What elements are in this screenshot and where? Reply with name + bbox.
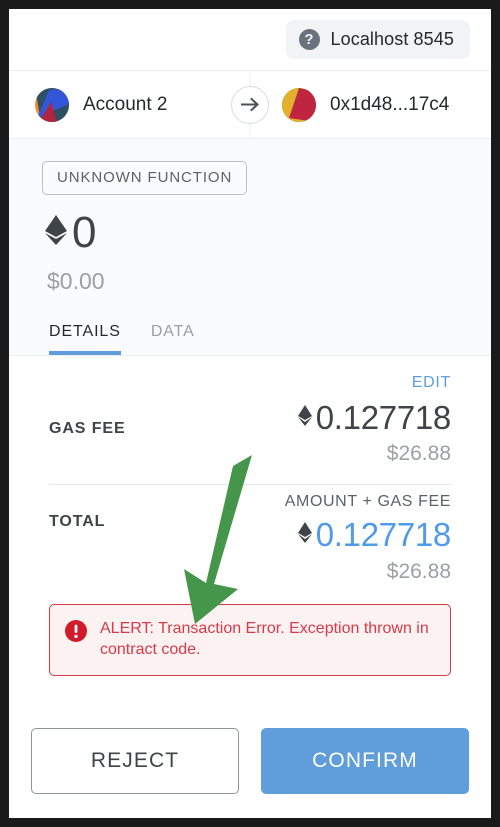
- network-badge[interactable]: ? Localhost 8545: [285, 20, 470, 59]
- gas-fee-eth-row: 0.127718: [296, 399, 452, 436]
- ethereum-diamond-icon: [43, 209, 69, 256]
- transaction-error-alert: ALERT: Transaction Error. Exception thro…: [49, 603, 451, 676]
- total-values: AMOUNT + GAS FEE 0.127718 $26.88: [284, 493, 452, 583]
- network-header: ? Localhost 8545: [9, 9, 491, 71]
- ethereum-diamond-icon: [296, 518, 314, 553]
- ethereum-diamond-icon: [296, 401, 314, 436]
- question-circle-icon: ?: [298, 29, 320, 50]
- total-eth-amount: 0.127718: [315, 516, 452, 554]
- recipient-account-name: 0x1d48...17c4: [330, 93, 450, 115]
- reject-button[interactable]: REJECT: [31, 728, 239, 794]
- account-transfer-row: Account 2 0x1d48...17c4: [9, 71, 491, 139]
- gas-fee-eth-amount: 0.127718: [315, 399, 452, 436]
- transfer-direction-badge: [231, 85, 269, 124]
- details-panel: EDIT GAS FEE 0.127718 $26.88 TOTAL AMOUN…: [9, 356, 491, 712]
- confirm-button[interactable]: CONFIRM: [261, 728, 469, 794]
- transaction-amount: 0: [72, 207, 96, 257]
- total-label: TOTAL: [49, 513, 106, 531]
- gas-fee-label: GAS FEE: [49, 420, 126, 437]
- transaction-amount-row: 0: [43, 209, 491, 256]
- sender-account-name: Account 2: [83, 93, 168, 115]
- gas-fee-fiat-amount: $26.88: [386, 442, 451, 466]
- action-footer: REJECT CONFIRM: [9, 712, 491, 818]
- total-fiat-amount: $26.88: [386, 559, 451, 583]
- metamask-confirm-screen: ? Localhost 8545 Account 2 0x1d48...17c4…: [0, 0, 500, 827]
- error-circle-icon: [65, 619, 87, 647]
- function-type-pill: UNKNOWN FUNCTION: [42, 161, 248, 195]
- edit-gas-link[interactable]: EDIT: [31, 356, 469, 392]
- alert-message: ALERT: Transaction Error. Exception thro…: [100, 619, 429, 659]
- tab-data[interactable]: DATA: [151, 323, 195, 355]
- sender-avatar: [35, 87, 69, 122]
- arrow-right-icon: [240, 97, 260, 112]
- total-row: TOTAL AMOUNT + GAS FEE 0.127718 $26.88: [31, 485, 469, 583]
- details-tabs: DETAILS DATA: [9, 311, 491, 355]
- sender-account[interactable]: Account 2: [9, 87, 250, 122]
- tab-details[interactable]: DETAILS: [49, 323, 121, 355]
- total-sublabel: AMOUNT + GAS FEE: [284, 493, 451, 511]
- transaction-summary: UNKNOWN FUNCTION 0 $0.00 DETAILS DATA: [9, 139, 491, 356]
- gas-fee-row: GAS FEE 0.127718 $26.88: [31, 392, 469, 466]
- extension-popup: ? Localhost 8545 Account 2 0x1d48...17c4…: [9, 9, 491, 818]
- total-eth-row: 0.127718: [285, 516, 452, 554]
- recipient-avatar: [282, 87, 316, 122]
- recipient-account[interactable]: 0x1d48...17c4: [250, 87, 491, 122]
- network-label: Localhost 8545: [330, 29, 454, 49]
- gas-fee-values: 0.127718 $26.88: [296, 399, 452, 466]
- transaction-fiat-amount: $0.00: [47, 268, 105, 294]
